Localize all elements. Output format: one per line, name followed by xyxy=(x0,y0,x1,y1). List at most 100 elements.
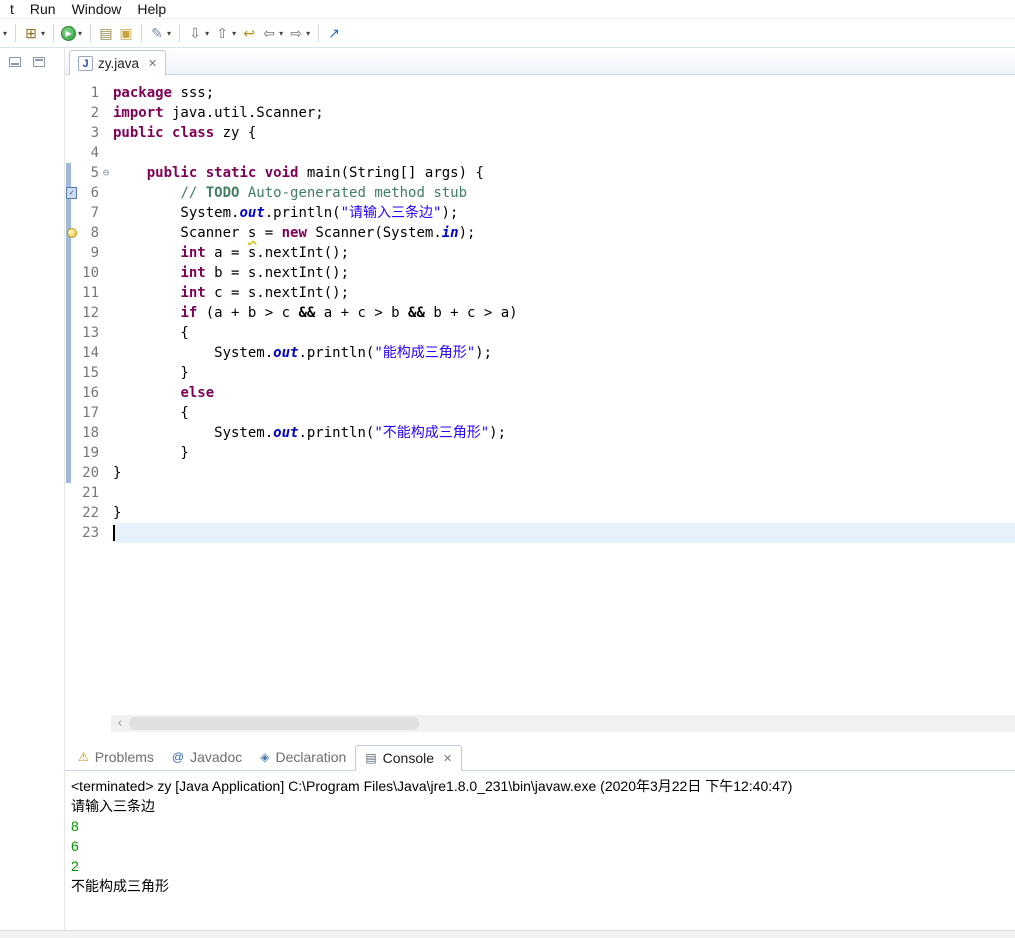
line-number: 22 xyxy=(82,505,99,521)
tab-problems-icon: ⚠ xyxy=(78,750,89,764)
bottom-tab-bar: ⚠ Problems @ Javadoc ◈ Declaration ▤ Console ✕ xyxy=(65,744,1015,771)
line-number: 19 xyxy=(82,445,99,461)
sash-horizontal[interactable] xyxy=(65,733,1015,744)
left-strip xyxy=(0,48,65,930)
restore-view-icon[interactable] xyxy=(33,57,45,67)
tab-declaration-icon: ◈ xyxy=(260,750,270,764)
code-line-2[interactable]: 2 import java.util.Scanner; xyxy=(65,103,1015,123)
code-line-15[interactable]: 15 } xyxy=(65,363,1015,383)
horizontal-scrollbar[interactable]: ‹ xyxy=(111,715,1015,732)
code-text: else xyxy=(180,385,215,401)
code-line-6[interactable]: 6 // TODO Auto-generated method stub xyxy=(65,183,1015,203)
editor-code-area[interactable]: 1 package sss; 2 import java.util.Scanner; 3… xyxy=(65,75,1015,733)
tab-console-label: Console xyxy=(382,750,435,766)
console-tab-close-icon[interactable]: ✕ xyxy=(443,752,452,765)
format-annotation-caret[interactable]: ▾ xyxy=(167,29,171,38)
open-folder-icon[interactable]: ▣ xyxy=(117,24,135,42)
menu-item-t[interactable]: t xyxy=(2,1,22,17)
next-annotation-caret[interactable]: ▾ xyxy=(205,29,209,38)
tab-declaration[interactable]: ◈ Declaration xyxy=(251,744,355,770)
tab-problems[interactable]: ⚠ Problems xyxy=(69,744,163,770)
code-line-1[interactable]: 1 package sss; xyxy=(65,83,1015,103)
code-line-19[interactable]: 19 } xyxy=(65,443,1015,463)
menu-item-window[interactable]: Window xyxy=(64,1,130,17)
code-text: } xyxy=(113,465,122,481)
previous-annotation-caret[interactable]: ▾ xyxy=(232,29,236,38)
scrollbar-thumb[interactable] xyxy=(128,717,419,730)
print-icon[interactable]: ▤ xyxy=(97,24,115,42)
back-icon[interactable]: ⇦ xyxy=(260,24,278,42)
new-wizard-caret[interactable]: ▾ xyxy=(41,29,45,38)
open-task-icon[interactable]: ↗ xyxy=(325,24,343,42)
minimize-view-icon[interactable] xyxy=(9,57,21,67)
code-line-16[interactable]: 16 else xyxy=(65,383,1015,403)
code-line-23[interactable]: 23 xyxy=(65,523,1015,543)
line-number: 13 xyxy=(82,325,99,341)
code-line-9[interactable]: 9 int a = s.nextInt(); xyxy=(65,243,1015,263)
back-caret[interactable]: ▾ xyxy=(279,29,283,38)
next-annotation-icon[interactable]: ⇩ xyxy=(186,24,204,42)
code-line-18[interactable]: 18 System.out.println("不能构成三角形"); xyxy=(65,423,1015,443)
code-line-20[interactable]: 20} xyxy=(65,463,1015,483)
scroll-left-arrow-icon[interactable]: ‹ xyxy=(111,716,129,731)
run-caret[interactable]: ▾ xyxy=(78,29,82,38)
line-number: 20 xyxy=(82,465,99,481)
format-annotation-icon[interactable]: ✎ xyxy=(148,24,166,42)
forward-caret[interactable]: ▾ xyxy=(306,29,310,38)
code-line-12[interactable]: 12 if (a + b > c && a + c > b && b + c >… xyxy=(65,303,1015,323)
code-line-5[interactable]: 5 ⊖ public static void main(String[] args… xyxy=(65,163,1015,183)
toolbar-overflow-caret[interactable]: ▾ xyxy=(3,29,7,38)
code-text: public class zy { xyxy=(113,125,257,141)
code-line-8[interactable]: 8 Scanner s = new Scanner(System.in); xyxy=(65,223,1015,243)
forward-icon[interactable]: ⇨ xyxy=(287,24,305,42)
code-text: // TODO Auto-generated method stub xyxy=(180,185,468,201)
code-text: System.out.println("能构成三角形"); xyxy=(113,345,493,361)
code-line-17[interactable]: 17 { xyxy=(65,403,1015,423)
tab-javadoc[interactable]: @ Javadoc xyxy=(163,744,251,770)
line-number: 5 xyxy=(90,165,99,181)
code-line-22[interactable]: 22} xyxy=(65,503,1015,523)
task-marker-icon[interactable] xyxy=(66,187,77,199)
menu-item-help[interactable]: Help xyxy=(129,1,174,17)
code-line-11[interactable]: 11 int c = s.nextInt(); xyxy=(65,283,1015,303)
menu-item-run[interactable]: Run xyxy=(22,1,64,17)
console-output[interactable]: <terminated> zy [Java Application] C:\Pr… xyxy=(66,771,1015,930)
code-line-4[interactable]: 4 xyxy=(65,143,1015,163)
code-line-10[interactable]: 10 int b = s.nextInt(); xyxy=(65,263,1015,283)
run-icon[interactable]: ▶ xyxy=(61,25,77,41)
code-line-13[interactable]: 13 { xyxy=(65,323,1015,343)
toolbar-separator xyxy=(141,24,143,42)
last-edit-location-icon[interactable]: ↩ xyxy=(240,24,258,42)
line-number: 10 xyxy=(82,265,99,281)
code-text: package sss; xyxy=(113,85,215,101)
code-line-3[interactable]: 3 public class zy { xyxy=(65,123,1015,143)
warning-marker-icon[interactable] xyxy=(67,228,77,238)
editor-tab-zy-java[interactable]: J zy.java ✕ xyxy=(69,50,167,76)
new-wizard-icon[interactable]: ⊞ xyxy=(22,24,40,42)
tab-declaration-label: Declaration xyxy=(275,749,347,765)
eclipse-window: t Run Window Help ▾ ⊞ ▾ ▶ ▾ ▤ ▣ ✎ ▾ ⇩ ▾ ⇧ ▾ ↩ ⇦ ▾ ⇨ ▾ ↗ J zy.… xyxy=(0,0,1015,938)
tab-javadoc-icon: @ xyxy=(171,750,185,764)
code-line-14[interactable]: 14 System.out.println("能构成三角形"); xyxy=(65,343,1015,363)
code-line-7[interactable]: 7 System.out.println("请输入三条边"); xyxy=(65,203,1015,223)
line-number: 7 xyxy=(90,205,99,221)
fold-collapse-icon[interactable]: ⊖ xyxy=(99,163,113,183)
previous-annotation-icon[interactable]: ⇧ xyxy=(213,24,231,42)
code-text: } xyxy=(113,365,189,381)
code-text: System.out.println("请输入三条边"); xyxy=(113,205,459,221)
tab-console[interactable]: ▤ Console ✕ xyxy=(355,745,463,771)
code-text: int c = s.nextInt(); xyxy=(180,285,350,301)
tab-problems-label: Problems xyxy=(94,749,154,765)
editor-tab-close-icon[interactable]: ✕ xyxy=(148,57,157,70)
code-text: if (a + b > c && a + c > b && b + c > a) xyxy=(180,305,518,321)
code-line-21[interactable]: 21 xyxy=(65,483,1015,503)
